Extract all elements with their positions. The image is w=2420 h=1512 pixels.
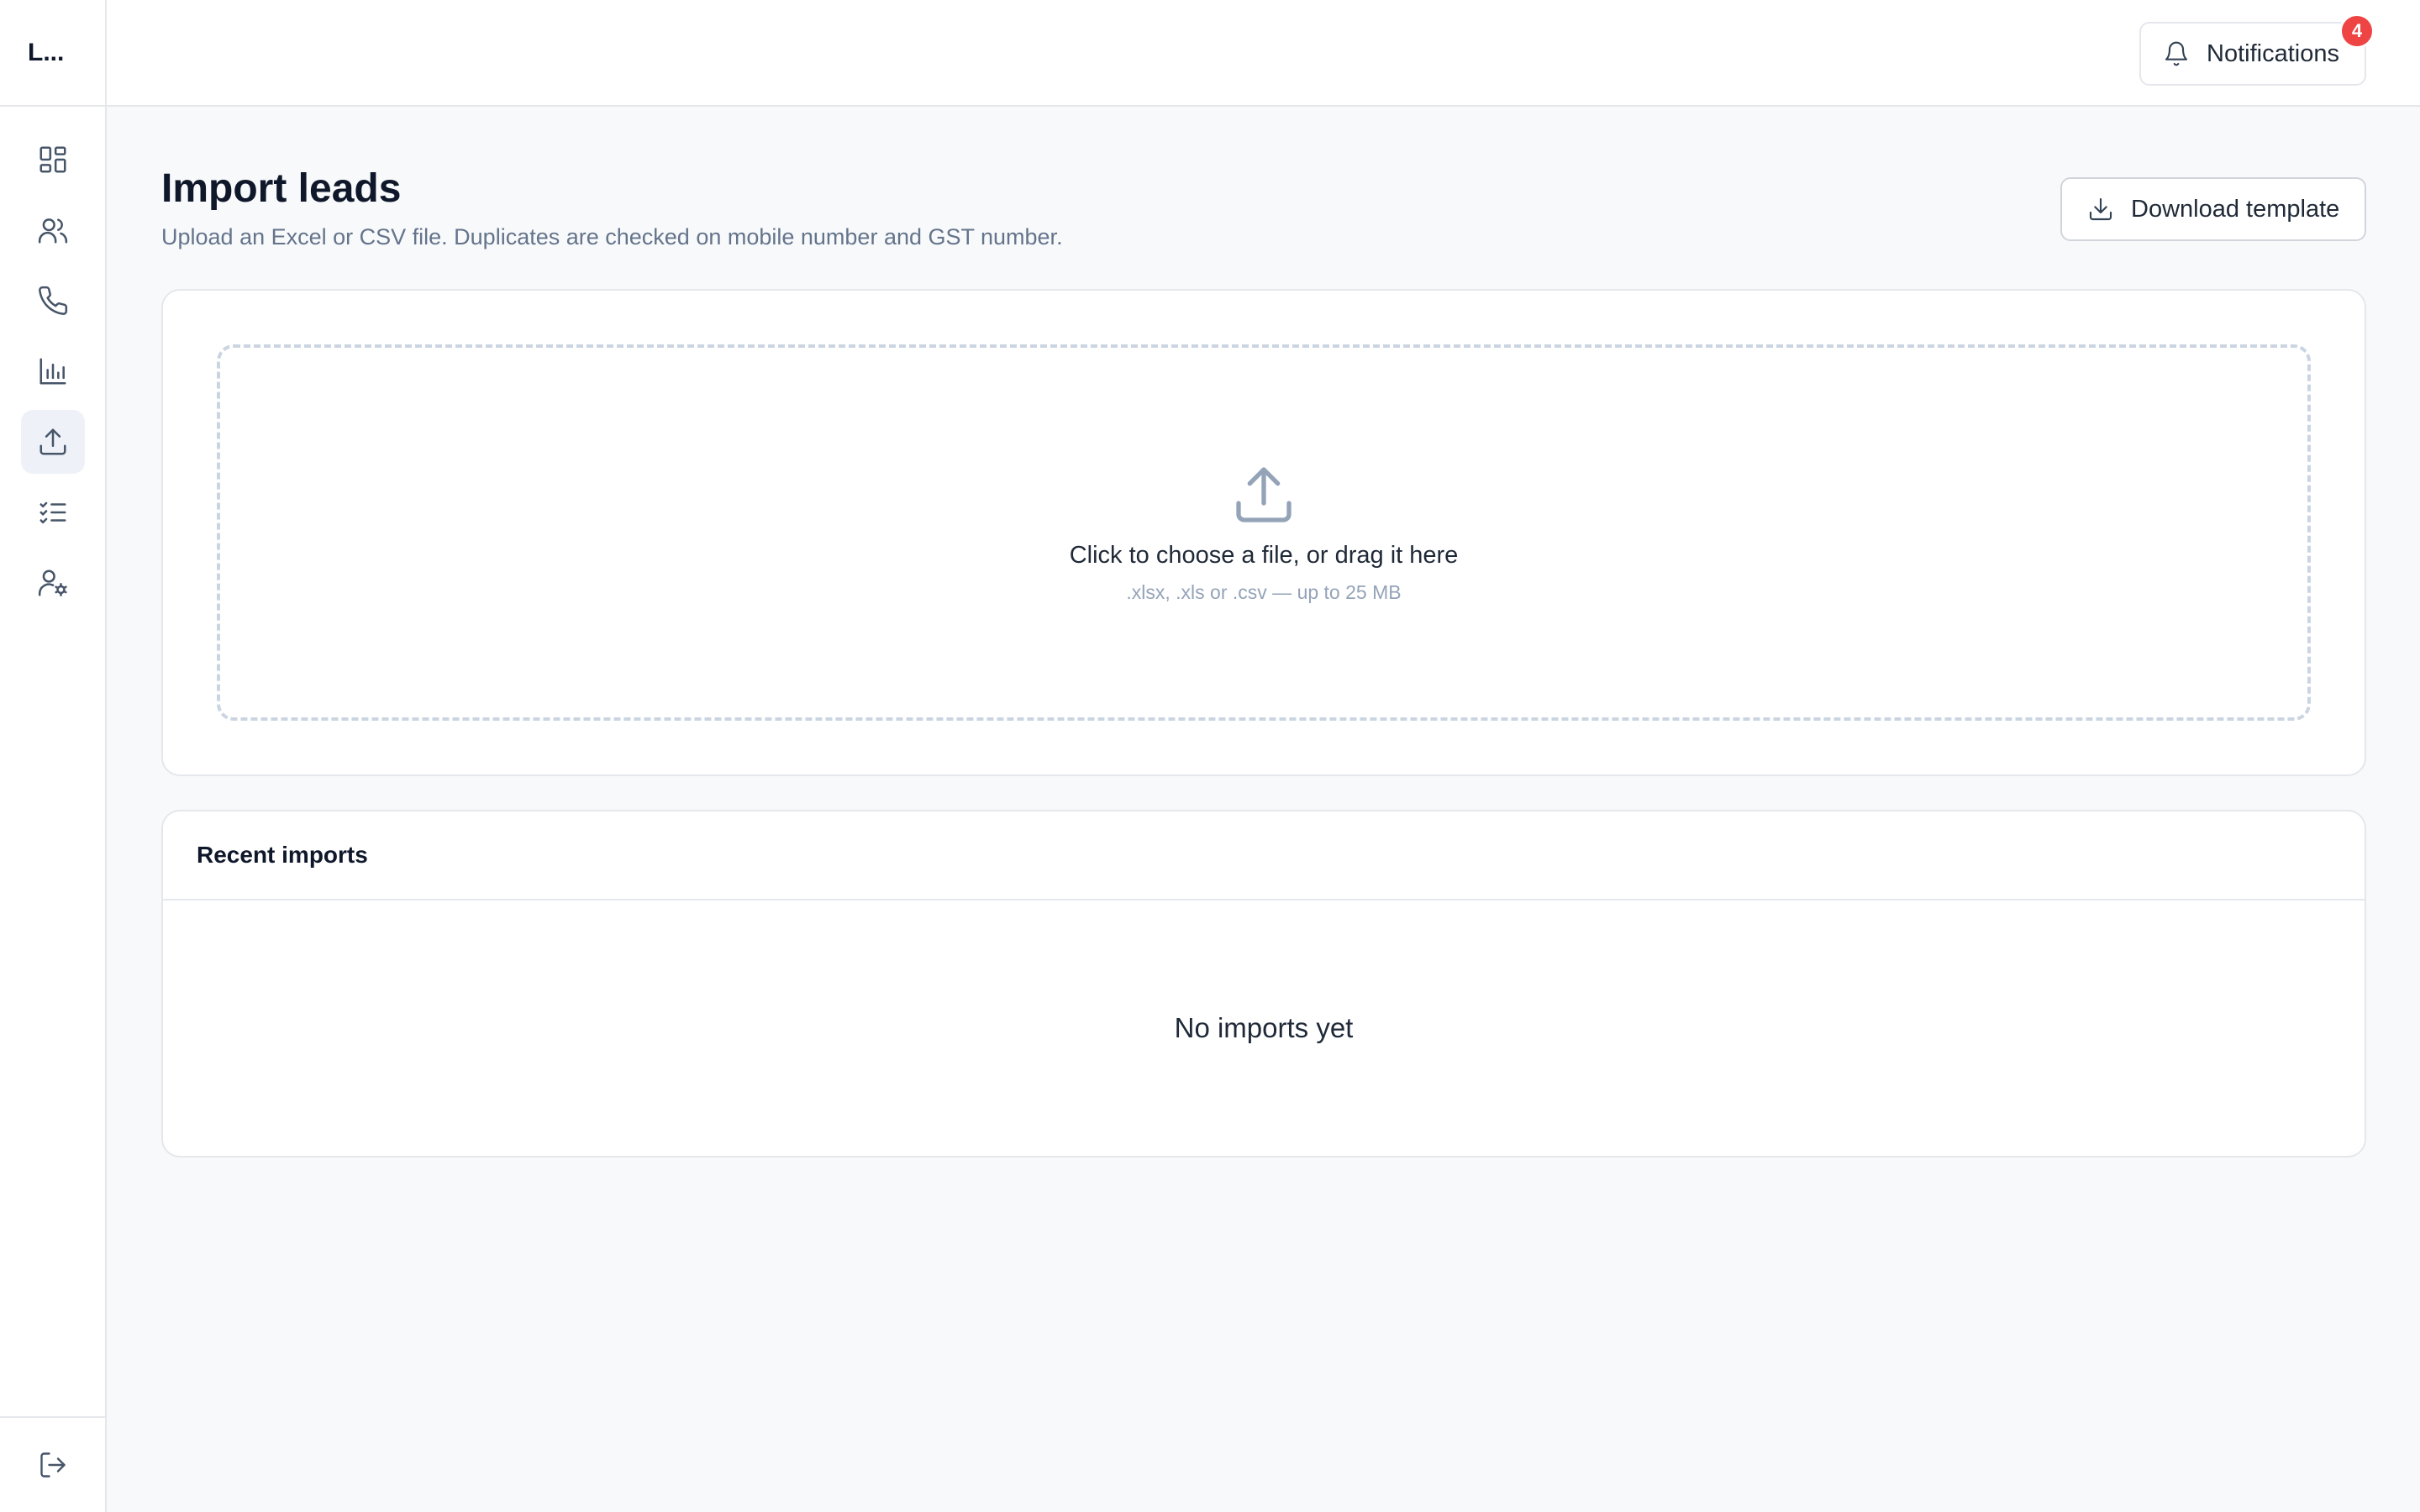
sidebar-item-dashboard[interactable] <box>21 128 85 192</box>
sidebar-nav <box>0 128 105 622</box>
sidebar: L... <box>0 0 107 1512</box>
app: L... Notifications 4 Import leads Upload… <box>0 0 2420 1512</box>
sidebar-item-reports[interactable] <box>21 339 85 403</box>
checklist-icon <box>39 501 66 524</box>
upload-icon <box>1236 467 1292 522</box>
notifications-button[interactable]: Notifications 4 <box>2139 13 2375 86</box>
notifications-count-badge: 4 <box>2339 13 2375 49</box>
phone-icon <box>39 286 68 315</box>
download-template-button[interactable]: Download template <box>2060 177 2366 241</box>
dropzone-hint: .xlsx, .xls or .csv — up to 25 MB <box>1126 581 1402 603</box>
download-icon <box>2089 197 2112 221</box>
dropzone-title: Click to choose a file, or drag it here <box>1069 542 1459 569</box>
recent-imports-title: Recent imports <box>163 811 2365 900</box>
grid-icon <box>39 146 66 173</box>
top-header: Notifications 4 <box>107 0 2420 107</box>
brand-logo[interactable]: L... <box>0 0 105 107</box>
sidebar-item-leads[interactable] <box>21 198 85 262</box>
recent-imports-empty-state: No imports yet <box>1174 1012 1354 1043</box>
sidebar-item-user-settings[interactable] <box>21 551 85 615</box>
logout-button[interactable] <box>0 1416 105 1512</box>
sidebar-item-tasks[interactable] <box>21 480 85 544</box>
bell-icon <box>2165 41 2188 66</box>
sidebar-item-import[interactable] <box>21 410 85 474</box>
logout-icon <box>39 1452 66 1478</box>
page-subtitle: Upload an Excel or CSV file. Duplicates … <box>161 224 1063 249</box>
users-icon <box>38 218 68 244</box>
upload-card: Click to choose a file, or drag it here … <box>161 289 2366 776</box>
sidebar-item-calls[interactable] <box>21 269 85 333</box>
bar-chart-icon <box>39 358 66 385</box>
download-template-label: Download template <box>2131 195 2340 223</box>
page-title: Import leads <box>161 166 402 211</box>
user-gear-icon <box>38 570 67 596</box>
recent-imports-card: Recent imports No imports yet <box>161 810 2366 1158</box>
upload-icon <box>39 428 66 455</box>
file-dropzone[interactable]: Click to choose a file, or drag it here … <box>217 344 2311 721</box>
notifications-label: Notifications <box>2207 39 2339 67</box>
